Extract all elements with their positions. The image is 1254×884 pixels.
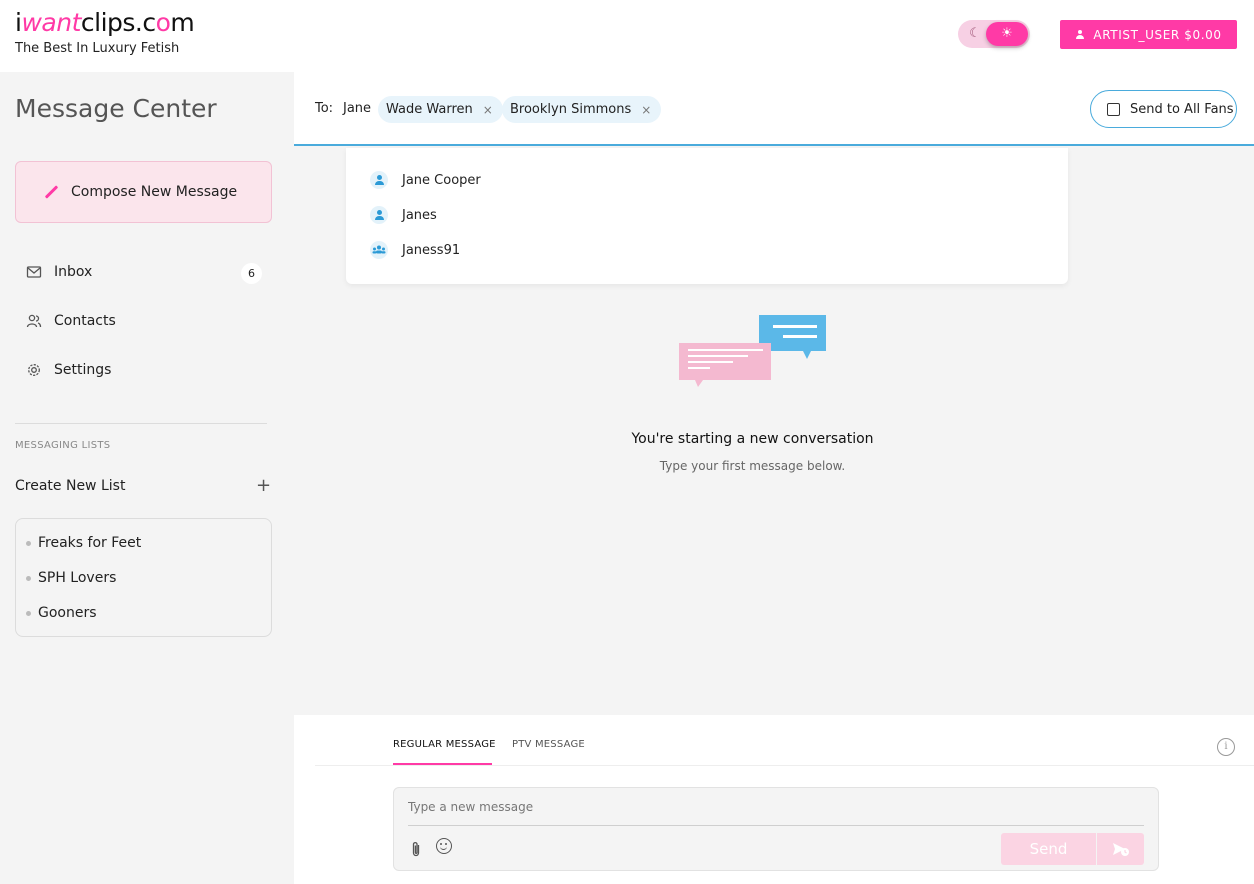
inbox-count-badge: 6 xyxy=(241,263,262,284)
chat-bubbles-illustration xyxy=(679,315,826,387)
send-to-all-fans-button[interactable]: Send to All Fans xyxy=(1090,90,1237,128)
recipient-chip: Wade Warren × xyxy=(378,96,503,123)
messaging-lists: Freaks for Feet SPH Lovers Gooners xyxy=(15,518,272,637)
close-icon[interactable]: × xyxy=(641,103,651,117)
suggestion-label: Janes xyxy=(402,207,437,223)
theme-toggle[interactable]: ☾ ☀ xyxy=(958,20,1030,48)
message-composer: REGULAR MESSAGE PTV MESSAGE i Send xyxy=(294,715,1254,884)
sidebar-item-contacts[interactable]: Contacts xyxy=(26,313,116,329)
info-icon[interactable]: i xyxy=(1217,738,1235,756)
site-logo[interactable]: iwantclips.com xyxy=(15,8,195,37)
sidebar-item-label: Contacts xyxy=(54,313,116,329)
list-item[interactable]: SPH Lovers xyxy=(26,570,116,586)
schedule-send-button[interactable] xyxy=(1097,833,1144,865)
create-new-list-label[interactable]: Create New List xyxy=(15,478,125,494)
person-icon xyxy=(370,206,388,224)
message-input[interactable] xyxy=(408,788,1144,826)
page-title: Message Center xyxy=(15,94,217,123)
site-tagline: The Best In Luxury Fetish xyxy=(15,41,180,56)
sun-icon: ☀ xyxy=(986,22,1028,46)
plus-icon[interactable]: + xyxy=(256,475,271,496)
bullet-icon xyxy=(26,610,31,616)
sidebar-item-label: Settings xyxy=(54,362,112,378)
recipient-chip-label: Wade Warren xyxy=(386,102,473,117)
sidebar-item-settings[interactable]: Settings xyxy=(26,362,111,378)
tab-ptv-message[interactable]: PTV MESSAGE xyxy=(512,739,585,750)
suggestion-item[interactable]: Janess91 xyxy=(370,241,460,259)
schedule-send-icon xyxy=(1112,843,1129,856)
list-item-label: Gooners xyxy=(38,605,97,621)
bullet-icon xyxy=(26,540,31,546)
person-icon xyxy=(370,171,388,189)
list-item[interactable]: Gooners xyxy=(26,605,97,621)
sidebar-item-inbox[interactable]: Inbox xyxy=(26,264,92,280)
emoji-icon[interactable] xyxy=(436,838,452,854)
user-account-label: ARTIST_USER $0.00 xyxy=(1093,27,1222,42)
message-box: Send xyxy=(393,787,1159,871)
user-icon xyxy=(1075,29,1085,40)
empty-state-title: You're starting a new conversation xyxy=(631,431,874,447)
list-item-label: SPH Lovers xyxy=(38,570,117,586)
close-icon[interactable]: × xyxy=(483,103,493,117)
recipient-suggestions: Jane Cooper Janes Janess91 xyxy=(346,148,1068,284)
recipient-search-input[interactable]: Jane xyxy=(343,101,371,116)
bullet-icon xyxy=(26,575,31,581)
send-to-all-checkbox[interactable] xyxy=(1107,102,1120,116)
list-item[interactable]: Freaks for Feet xyxy=(26,535,141,551)
moon-icon: ☾ xyxy=(969,26,981,41)
contacts-icon xyxy=(26,314,42,328)
paperclip-icon[interactable] xyxy=(410,840,422,858)
compose-new-message-button[interactable]: Compose New Message xyxy=(15,161,272,223)
messaging-lists-heading: MESSAGING LISTS xyxy=(15,440,111,451)
sidebar: Message Center Compose New Message Inbox… xyxy=(0,72,294,884)
suggestion-label: Jane Cooper xyxy=(402,172,481,188)
sidebar-divider xyxy=(15,423,267,424)
user-account-button[interactable]: ARTIST_USER $0.00 xyxy=(1060,20,1237,49)
pencil-icon xyxy=(44,185,58,199)
tab-regular-message[interactable]: REGULAR MESSAGE xyxy=(393,739,496,750)
suggestion-item[interactable]: Jane Cooper xyxy=(370,171,481,189)
to-label: To: xyxy=(315,101,334,116)
send-button[interactable]: Send xyxy=(1001,833,1096,865)
recipient-bar: To: Jane Wade Warren × Brooklyn Simmons … xyxy=(294,72,1254,146)
tabs-divider xyxy=(315,765,1254,766)
sidebar-item-label: Inbox xyxy=(54,264,93,280)
envelope-icon xyxy=(26,266,42,278)
gear-icon xyxy=(28,364,40,376)
group-icon xyxy=(370,241,388,259)
top-header: iwantclips.com The Best In Luxury Fetish… xyxy=(0,0,1254,72)
suggestion-label: Janess91 xyxy=(402,242,461,258)
suggestion-item[interactable]: Janes xyxy=(370,206,437,224)
list-item-label: Freaks for Feet xyxy=(38,535,142,551)
send-to-all-label: Send to All Fans xyxy=(1130,101,1234,117)
compose-label: Compose New Message xyxy=(71,184,238,200)
recipient-chip-label: Brooklyn Simmons xyxy=(510,102,632,117)
recipient-chip: Brooklyn Simmons × xyxy=(502,96,662,123)
empty-state-subtitle: Type your first message below. xyxy=(659,459,846,473)
